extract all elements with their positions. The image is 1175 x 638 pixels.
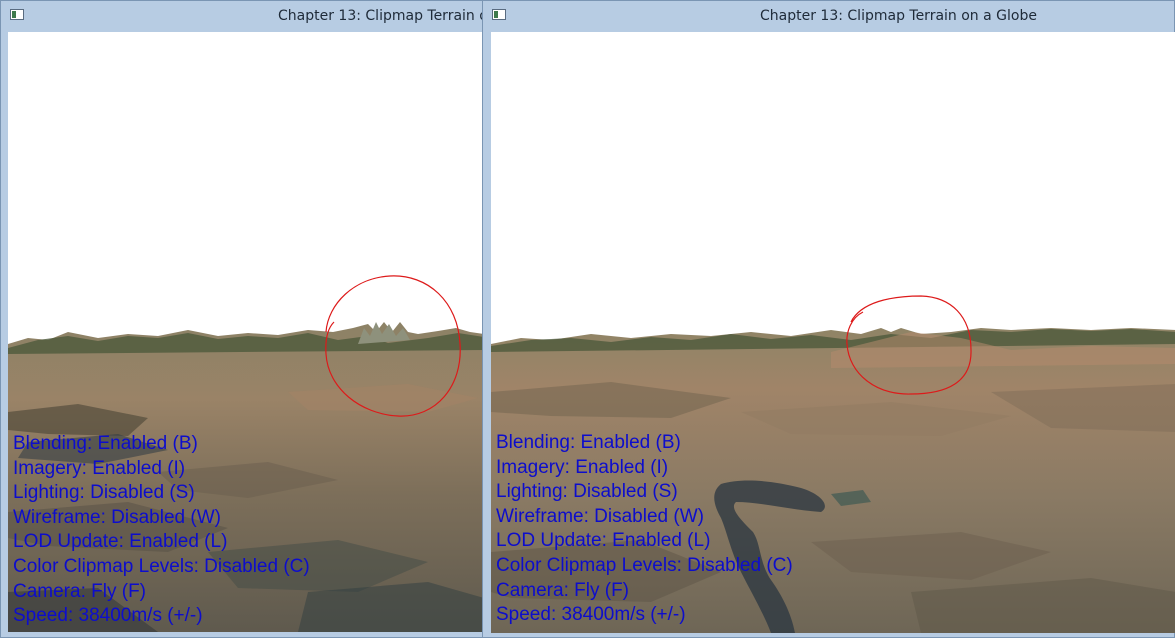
terrain-viewport[interactable]: Blending: Enabled (B) Imagery: Enabled (… (491, 32, 1175, 633)
hud-speed: Speed: 38400m/s (+/-) (496, 604, 686, 626)
title-bar[interactable]: Chapter 13: Clipmap Terrain on a Globe (483, 1, 1174, 31)
window-icon[interactable] (492, 9, 506, 20)
terrain-window-left[interactable]: Chapter 13: Clipmap Terrain on a Globe (0, 0, 484, 638)
hud-wireframe: Wireframe: Disabled (W) (13, 506, 221, 528)
hud-wireframe: Wireframe: Disabled (W) (496, 505, 704, 527)
hud-imagery: Imagery: Enabled (I) (496, 456, 669, 478)
hud-imagery: Imagery: Enabled (I) (13, 457, 186, 479)
hud-color-clipmap: Color Clipmap Levels: Disabled (C) (13, 555, 310, 577)
hud-speed: Speed: 38400m/s (+/-) (13, 605, 203, 627)
hud-lod-update: LOD Update: Enabled (L) (13, 531, 228, 553)
hud-lighting: Lighting: Disabled (S) (496, 481, 678, 503)
hud-blending: Blending: Enabled (B) (496, 432, 681, 453)
hud-overlay: Blending: Enabled (B) Imagery: Enabled (… (496, 431, 793, 628)
title-bar[interactable]: Chapter 13: Clipmap Terrain on a Globe (1, 1, 483, 31)
window-title: Chapter 13: Clipmap Terrain on a Globe (278, 8, 483, 24)
terrain-window-right[interactable]: Chapter 13: Clipmap Terrain on a Globe B… (482, 0, 1175, 638)
terrain-viewport[interactable]: Blending: Enabled (B) Imagery: Enabled (… (8, 32, 484, 632)
hud-blending: Blending: Enabled (B) (13, 433, 198, 454)
hud-lighting: Lighting: Disabled (S) (13, 482, 195, 504)
hud-color-clipmap: Color Clipmap Levels: Disabled (C) (496, 554, 793, 576)
hud-overlay: Blending: Enabled (B) Imagery: Enabled (… (13, 432, 310, 629)
window-title: Chapter 13: Clipmap Terrain on a Globe (760, 8, 1037, 24)
window-icon[interactable] (10, 9, 24, 20)
hud-camera: Camera: Fly (F) (496, 579, 629, 601)
hud-camera: Camera: Fly (F) (13, 580, 146, 602)
hud-lod-update: LOD Update: Enabled (L) (496, 530, 711, 552)
